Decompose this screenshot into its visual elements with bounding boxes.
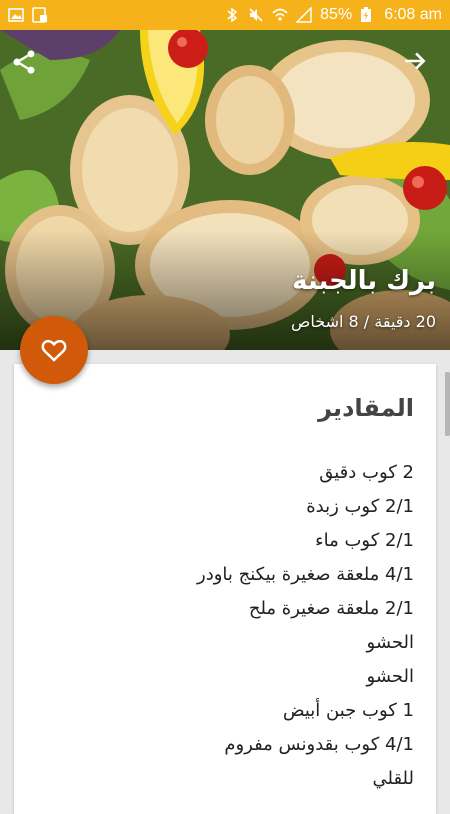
recipe-meta: 20 دقيقة / 8 اشخاص [291, 312, 436, 331]
mute-icon [248, 7, 264, 23]
ingredient-item: الحشو [366, 632, 414, 653]
ingredient-item: 2/1 كوب ماء [315, 530, 414, 551]
share-icon [13, 50, 35, 74]
ingredient-item: للقلي [372, 768, 414, 789]
scrollbar-thumb[interactable] [445, 372, 450, 436]
ingredient-item: 2 كوب دقيق [319, 462, 414, 483]
forward-button[interactable] [402, 48, 438, 84]
battery-level: 85% [320, 6, 353, 23]
bluetooth-icon [224, 7, 240, 23]
recipe-hero-image: برك بالجبنة 20 دقيقة / 8 اشخاص [0, 30, 450, 350]
ingredient-item: الحشو [366, 666, 414, 687]
ingredient-item: 4/1 كوب بقدونس مفروم [224, 734, 414, 755]
ingredients-title: المقادير [318, 394, 414, 422]
ingredient-item: 1 كوب جبن أبيض [282, 700, 414, 721]
status-time: 6:08 am [384, 6, 442, 23]
status-bar: 85% 6:08 am [0, 0, 450, 30]
ingredients-list: 2 كوب دقيق 2/1 كوب زبدة 2/1 كوب ماء 4/1 … [24, 456, 414, 796]
share-button[interactable] [10, 48, 46, 84]
ingredients-card: المقادير 2 كوب دقيق 2/1 كوب زبدة 2/1 كوب… [14, 364, 436, 814]
recipe-title: برك بالجبنة [292, 266, 436, 296]
favorite-button[interactable] [20, 316, 88, 384]
wifi-icon [272, 7, 288, 23]
screenshot-icon [32, 7, 48, 23]
battery-charging-icon [360, 7, 376, 23]
heart-outline-icon [41, 339, 67, 362]
ingredient-item: 4/1 ملعقة صغيرة بيكنج باودر [197, 564, 414, 585]
ingredient-item: 2/1 ملعقة صغيرة ملح [248, 598, 414, 619]
image-icon [8, 7, 24, 23]
signal-icon [295, 6, 312, 23]
arrow-forward-icon [405, 52, 426, 70]
ingredient-item: 2/1 كوب زبدة [306, 496, 414, 517]
